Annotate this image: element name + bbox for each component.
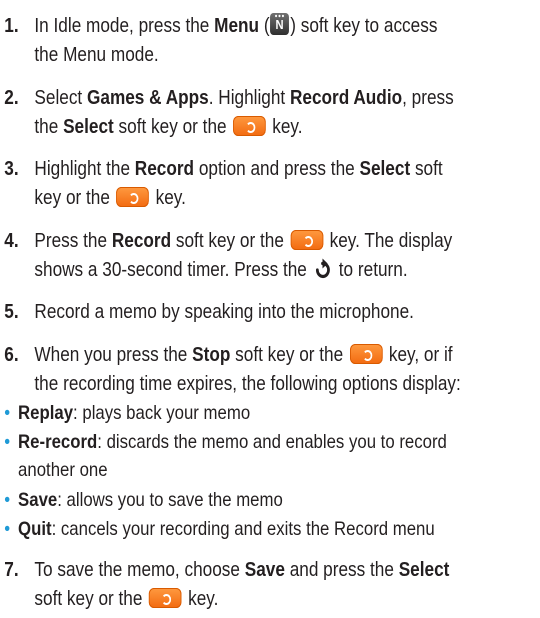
option-term: Save [18,489,58,511]
option-text: Re-record: discards the memo and enables… [18,428,534,484]
text: soft key or the [34,588,148,610]
step-line: To save the memo, choose Save and press … [34,556,540,585]
step-line: shows a 30-second timer. Press the to re… [34,256,540,289]
step-line: Record a memo by speaking into the micro… [34,301,414,323]
step-line: Select Games & Apps. Highlight Record Au… [34,84,540,113]
bullet-dot: • [4,518,11,540]
option-desc: : discards the memo and enables you to r… [97,431,447,453]
step-number: 6. [4,344,19,366]
ok-key-icon [233,116,266,136]
text: When you press the [34,344,193,366]
step-number: 5. [4,301,19,323]
step-number: 3. [4,158,19,180]
instruction-page: 1. In Idle mode, press the Menu ( N ) soft… [0,0,540,618]
record-audio-label: Record Audio [289,87,403,109]
bullet-dot: • [4,402,11,424]
text: the [34,116,64,138]
step-number: 7. [4,559,19,581]
ok-key-icon [290,230,324,250]
option-term: Re-record [18,431,98,453]
text: soft key or the [113,116,232,138]
text: key. [150,187,186,209]
step-line: the recording time expires, the followin… [34,373,461,395]
text: Press the [34,230,112,252]
text: ( [259,15,270,37]
step-line: Press the Record soft key or the key. Th… [34,227,540,256]
record-label: Record [111,230,172,252]
step-line: soft key or the key. [34,585,540,614]
menu-label: Menu [214,15,260,37]
step-text: Press the Record soft key or the key. Th… [34,227,540,289]
text: In Idle mode, press the [34,15,215,37]
step-line: the Menu mode. [34,44,159,66]
text: . Highlight [208,87,290,109]
step-text: Highlight the Record option and press th… [34,155,540,213]
ok-key-icon [349,344,383,364]
select-label: Select [359,158,411,180]
step-line: key or the key. [34,184,540,213]
text: key, or if [384,344,453,366]
step-line: Highlight the Record option and press th… [34,155,540,184]
ok-key-icon [116,187,150,207]
option-line: Re-record: discards the memo and enables… [18,428,534,456]
option-desc: : plays back your memo [73,402,251,424]
ok-key-icon [148,588,182,608]
step-line: the Select soft key or the key. [34,113,540,142]
text: to return. [334,259,408,281]
text: soft [410,158,443,180]
step-number: 2. [4,87,19,109]
step-text: When you press the Stop soft key or the … [34,341,540,399]
save-label: Save [244,559,285,581]
option-term: Replay [18,402,74,424]
option-text: Save: allows you to save the memo [18,486,534,514]
step-text: In Idle mode, press the Menu ( N ) soft ke… [34,12,540,70]
text: To save the memo, choose [34,559,245,581]
games-apps-label: Games & Apps [86,87,209,109]
option-desc: : cancels your recording and exits the R… [51,518,435,540]
bullet-dot: • [4,489,11,511]
step-text: Record a memo by speaking into the micro… [34,298,540,327]
step-text: To save the memo, choose Save and press … [34,556,540,614]
option-line: another one [18,459,108,481]
text: key or the [34,187,115,209]
text: option and press the [194,158,360,180]
bullet-dot: • [4,431,11,453]
text: soft key or the [171,230,289,252]
select-label: Select [398,559,450,581]
text: soft key or the [230,344,348,366]
stop-label: Stop [192,344,231,366]
back-arrow-icon [313,258,332,289]
text: Highlight the [34,158,135,180]
text: shows a 30-second timer. Press the [34,259,312,281]
text: key. [183,588,219,610]
option-text: Replay: plays back your memo [18,399,534,427]
select-label: Select [63,116,114,138]
option-term: Quit [18,518,52,540]
text: key. The display [324,230,453,252]
step-line: In Idle mode, press the Menu ( N ) soft ke… [34,12,540,41]
text: and press the [284,559,399,581]
option-text: Quit: cancels your recording and exits t… [18,515,534,543]
text: key. [267,116,303,138]
text: , press [402,87,454,109]
step-line: When you press the Stop soft key or the … [34,341,540,370]
step-text: Select Games & Apps. Highlight Record Au… [34,84,540,142]
option-desc: : allows you to save the memo [57,489,283,511]
step-number: 4. [4,230,19,252]
menu-key-icon: N [270,13,290,35]
text: Select [34,87,87,109]
svg-text:N: N [276,17,284,32]
text: ) soft key to access [290,15,438,37]
record-label: Record [134,158,195,180]
step-number: 1. [4,15,19,37]
